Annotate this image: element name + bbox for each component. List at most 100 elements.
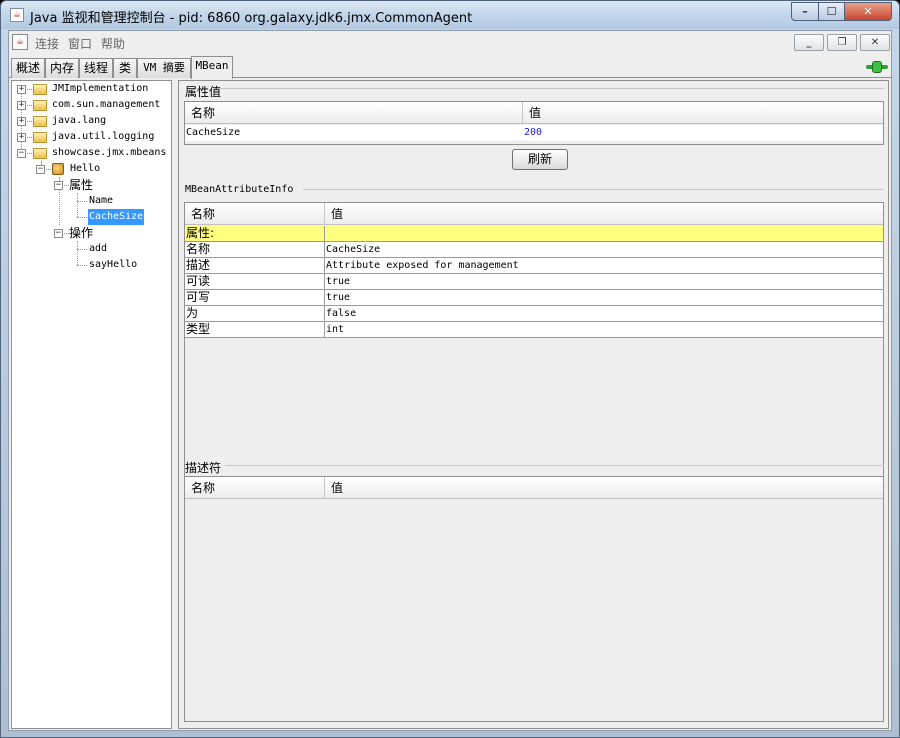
tree-label: JMImplementation [52, 83, 149, 94]
table-header: 名称 值 [185, 203, 883, 225]
column-header-value[interactable]: 值 [325, 477, 883, 499]
expand-icon[interactable]: + [17, 85, 26, 94]
table-row[interactable]: CacheSize 200 [185, 125, 883, 141]
cell-name: 可读 [185, 274, 325, 289]
tree-label: 属性 [69, 178, 94, 192]
cell-value[interactable]: 200 [523, 125, 542, 140]
tree-label: 操作 [69, 226, 94, 240]
collapse-icon[interactable]: − [54, 229, 63, 238]
tree-node-attr-cachesize[interactable]: CacheSize [12, 209, 171, 225]
refresh-button[interactable]: 刷新 [512, 149, 568, 170]
descriptor-title: 描述符 [185, 461, 222, 475]
cell-value: true [326, 276, 351, 287]
cell-name: 为 [185, 306, 325, 321]
menu-help[interactable]: 帮助 [101, 35, 125, 52]
connection-status-icon [866, 61, 888, 73]
tab-threads[interactable]: 线程 [79, 58, 113, 78]
tree-node-hello[interactable]: − Hello [12, 161, 171, 177]
column-header-name[interactable]: 名称 [185, 477, 325, 499]
tree-label: Hello [70, 163, 101, 174]
column-header-value[interactable]: 值 [325, 203, 883, 225]
table-row[interactable]: 可读 true [185, 274, 883, 290]
tree-node-showcase-jmx-mbeans[interactable]: − showcase.jmx.mbeans [12, 145, 171, 161]
column-header-name[interactable]: 名称 [185, 102, 523, 124]
tab-memory[interactable]: 内存 [45, 58, 79, 78]
cell-value: CacheSize [326, 244, 381, 255]
tree-node-attributes[interactable]: − 属性 [12, 177, 171, 193]
attribute-values-table: 名称 值 CacheSize 200 [184, 101, 884, 145]
tab-bar: 概述 内存 线程 类 VM 摘要 MBean [9, 56, 891, 79]
table-row[interactable]: 可写 true [185, 290, 883, 306]
column-header-name[interactable]: 名称 [185, 203, 325, 225]
mbean-detail-panel: 属性值 名称 值 CacheSize 200 刷新 MBeanAttribute… [178, 80, 889, 729]
cell-name: 可写 [185, 290, 325, 305]
folder-icon [33, 116, 47, 127]
table-row[interactable]: 描述 Attribute exposed for management [185, 258, 883, 274]
table-row[interactable]: 类型 int [185, 322, 883, 338]
tree-label: add [89, 243, 108, 254]
cell-value: int [326, 324, 345, 335]
inner-minimize-button[interactable]: _ [794, 34, 824, 51]
collapse-icon[interactable]: − [17, 149, 26, 158]
tree-label: Name [89, 195, 114, 206]
tree-node-attr-name[interactable]: Name [12, 193, 171, 209]
title-bar[interactable]: ☕ Java 监视和管理控制台 - pid: 6860 org.galaxy.j… [1, 1, 899, 29]
mbean-tree[interactable]: + JMImplementation + com.sun.management … [11, 80, 172, 729]
attribute-values-title: 属性值 [185, 85, 222, 99]
close-button[interactable]: ✕ [844, 2, 892, 21]
table-row[interactable]: 名称 CacheSize [185, 242, 883, 258]
tree-label: sayHello [89, 259, 138, 270]
expand-icon[interactable]: + [17, 133, 26, 142]
tree-node-op-sayhello[interactable]: sayHello [12, 257, 171, 273]
inner-restore-button[interactable]: ❐ [827, 34, 857, 51]
cell-value [325, 226, 326, 241]
menu-bar: ☕ 连接 窗口 帮助 _ ❐ ✕ [9, 31, 891, 54]
table-row[interactable]: 属性: [185, 226, 883, 242]
folder-icon [33, 100, 47, 111]
tree-node-java-lang[interactable]: + java.lang [12, 113, 171, 129]
cell-value: Attribute exposed for management [326, 260, 519, 271]
cell-name: 属性: [185, 226, 325, 241]
tab-classes[interactable]: 类 [113, 58, 137, 78]
menu-window[interactable]: 窗口 [68, 35, 92, 52]
tab-overview[interactable]: 概述 [11, 58, 45, 78]
inner-close-button[interactable]: ✕ [860, 34, 890, 51]
collapse-icon[interactable]: − [36, 165, 45, 174]
tab-mbean[interactable]: MBean [191, 56, 233, 79]
java-app-icon: ☕ [10, 8, 24, 22]
maximize-button[interactable]: ☐ [818, 2, 845, 21]
tree-node-operations[interactable]: − 操作 [12, 225, 171, 241]
cell-value: true [326, 292, 351, 303]
tree-node-com-sun-management[interactable]: + com.sun.management [12, 97, 171, 113]
cell-name: 名称 [185, 242, 325, 257]
window-title: Java 监视和管理控制台 - pid: 6860 org.galaxy.jdk… [30, 11, 473, 26]
tab-vm-summary[interactable]: VM 摘要 [137, 58, 191, 78]
cell-name: CacheSize [186, 127, 241, 138]
tree-node-jmimplementation[interactable]: + JMImplementation [12, 81, 171, 97]
table-header: 名称 值 [185, 102, 883, 124]
table-row[interactable]: 为 false [185, 306, 883, 322]
java-menu-icon[interactable]: ☕ [12, 34, 28, 50]
tree-label-selected: CacheSize [88, 209, 145, 225]
client-area: ☕ 连接 窗口 帮助 _ ❐ ✕ 概述 内存 线程 类 VM 摘要 MBean [8, 30, 892, 731]
tree-label: java.util.logging [52, 131, 155, 142]
collapse-icon[interactable]: − [54, 181, 63, 190]
app-window: ☕ Java 监视和管理控制台 - pid: 6860 org.galaxy.j… [0, 0, 900, 738]
folder-icon [33, 84, 47, 95]
folder-icon [33, 132, 47, 143]
cell-name: 描述 [185, 258, 325, 273]
column-header-value[interactable]: 值 [523, 102, 883, 124]
expand-icon[interactable]: + [17, 101, 26, 110]
tree-node-op-add[interactable]: add [12, 241, 171, 257]
table-header: 名称 值 [185, 477, 883, 499]
expand-icon[interactable]: + [17, 117, 26, 126]
menu-connect[interactable]: 连接 [35, 35, 59, 52]
folder-open-icon [33, 148, 47, 159]
cell-name: 类型 [185, 322, 325, 337]
descriptor-table: 名称 值 [184, 476, 884, 722]
attribute-info-title: MBeanAttributeInfo [185, 184, 294, 195]
tree-node-java-util-logging[interactable]: + java.util.logging [12, 129, 171, 145]
tree-label: showcase.jmx.mbeans [52, 147, 167, 158]
minimize-button[interactable]: – [791, 2, 819, 21]
tree-label: java.lang [52, 115, 107, 126]
